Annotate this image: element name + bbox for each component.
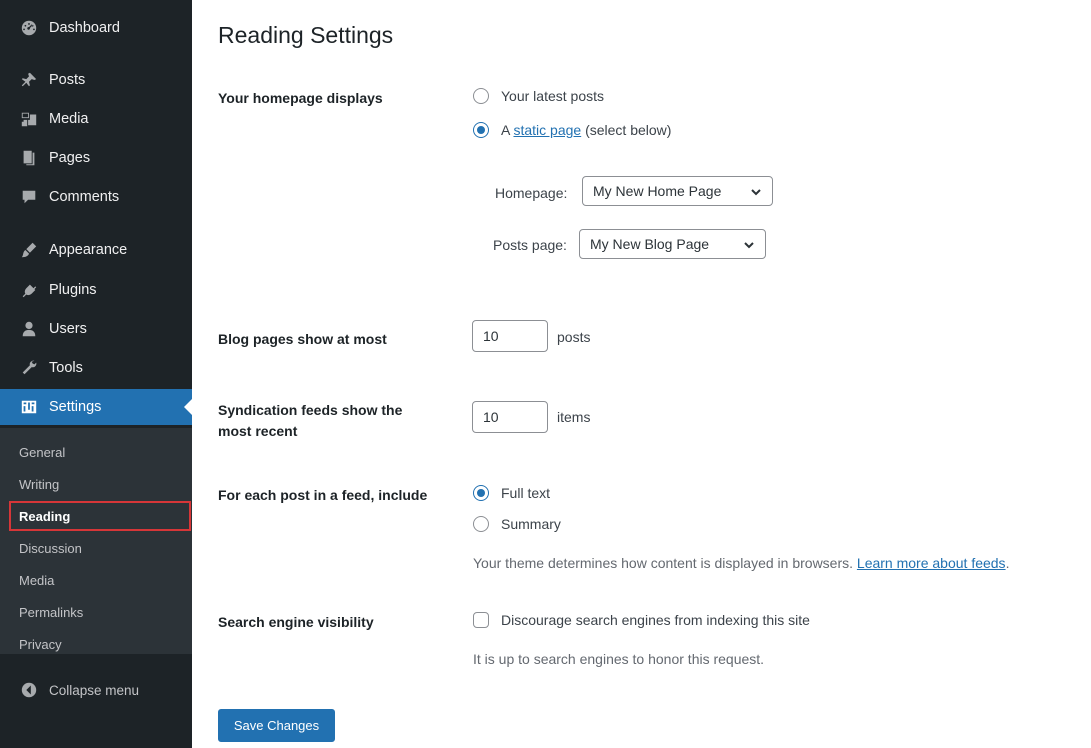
submenu-item-writing[interactable]: Writing — [0, 468, 192, 500]
syndication-label-line1: Syndication feeds show the — [218, 402, 403, 418]
feed-description-text: Your theme determines how content is dis… — [473, 555, 857, 571]
submenu-item-discussion[interactable]: Discussion — [0, 532, 192, 564]
sidebar-item-plugins[interactable]: Plugins — [0, 272, 192, 308]
sidebar-item-appearance[interactable]: Appearance — [0, 232, 192, 268]
select-value: My New Blog Page — [590, 236, 710, 252]
homepage-select[interactable]: My New Home Page — [582, 176, 773, 206]
chevron-down-icon — [750, 185, 762, 197]
save-changes-button[interactable]: Save Changes — [218, 709, 335, 742]
feed-description-suffix: . — [1005, 555, 1010, 571]
static-page-link[interactable]: static page — [513, 122, 581, 138]
sidebar-item-label: Settings — [49, 399, 102, 415]
radio-button[interactable] — [473, 88, 489, 104]
discourage-search-checkbox-row[interactable]: Discourage search engines from indexing … — [473, 612, 810, 628]
feed-items-input[interactable]: 10 — [472, 401, 548, 433]
active-indicator — [184, 399, 192, 415]
search-visibility-description: It is up to search engines to honor this… — [473, 651, 765, 667]
submenu-item-label: Writing — [19, 476, 60, 492]
sidebar-item-users[interactable]: Users — [0, 311, 192, 347]
submenu-item-label: Media — [19, 572, 55, 588]
radio-label: Your latest posts — [501, 88, 604, 104]
feed-content-label: For each post in a feed, include — [218, 487, 428, 503]
posts-page-select-label: Posts page: — [493, 237, 567, 253]
page-title: Reading Settings — [218, 22, 394, 48]
settings-submenu: General Writing Reading Discussion Media… — [0, 428, 192, 654]
radio-label-suffix: (select below) — [581, 122, 672, 138]
submenu-item-media[interactable]: Media — [0, 564, 192, 596]
sidebar-item-settings[interactable]: Settings — [0, 389, 192, 425]
collapse-label: Collapse menu — [49, 682, 140, 698]
sidebar-item-label: Dashboard — [49, 20, 120, 36]
sidebar-item-media[interactable]: Media — [0, 101, 192, 137]
search-visibility-label: Search engine visibility — [218, 614, 374, 630]
submenu-item-general[interactable]: General — [0, 436, 192, 468]
sidebar-item-label: Pages — [49, 150, 91, 166]
select-value: My New Home Page — [593, 183, 722, 199]
radio-latest-posts[interactable]: Your latest posts — [473, 88, 604, 104]
radio-label: Full text — [501, 485, 551, 501]
radio-static-page[interactable]: A static page (select below) — [473, 122, 671, 138]
radio-full-text[interactable]: Full text — [473, 485, 550, 501]
input-value: 10 — [483, 409, 499, 425]
radio-label-prefix: A — [501, 122, 514, 138]
sidebar-item-posts[interactable]: Posts — [0, 62, 192, 98]
sidebar-item-label: Appearance — [49, 242, 128, 258]
checkbox-label: Discourage search engines from indexing … — [501, 612, 810, 628]
radio-button[interactable] — [473, 485, 489, 501]
feed-description: Your theme determines how content is dis… — [473, 555, 1009, 571]
sidebar-item-pages[interactable]: Pages — [0, 140, 192, 176]
homepage-select-label: Homepage: — [495, 185, 568, 201]
sidebar-item-label: Tools — [49, 360, 83, 376]
submenu-item-label: General — [19, 444, 66, 460]
radio-label: Summary — [501, 516, 561, 532]
pin-icon — [18, 70, 40, 90]
collapse-menu-button[interactable]: Collapse menu — [0, 672, 192, 708]
sidebar-item-label: Plugins — [49, 282, 97, 298]
radio-summary[interactable]: Summary — [473, 516, 561, 532]
media-icon — [18, 109, 40, 129]
posts-unit-label: posts — [557, 329, 591, 345]
sidebar-item-label: Comments — [49, 189, 120, 205]
sidebar-item-comments[interactable]: Comments — [0, 179, 192, 215]
pages-icon — [18, 148, 40, 168]
learn-more-feeds-link[interactable]: Learn more about feeds — [857, 555, 1006, 571]
syndication-label-line2: most recent — [218, 423, 298, 439]
sidebar-item-label: Media — [49, 111, 89, 127]
highlight-box — [9, 501, 191, 531]
submenu-item-permalinks[interactable]: Permalinks — [0, 596, 192, 628]
settings-icon — [18, 397, 40, 417]
brush-icon — [18, 240, 40, 260]
radio-button[interactable] — [473, 516, 489, 532]
discourage-search-checkbox[interactable] — [473, 612, 489, 628]
input-value: 10 — [483, 328, 499, 344]
admin-sidebar: Dashboard Posts Media Pages Comments App… — [0, 0, 192, 748]
radio-button[interactable] — [473, 122, 489, 138]
collapse-icon — [18, 680, 40, 700]
submenu-item-label: Privacy — [19, 636, 62, 652]
chevron-down-icon — [743, 238, 755, 250]
sidebar-item-label: Users — [49, 321, 87, 337]
submenu-item-label: Discussion — [19, 540, 82, 556]
submenu-item-privacy[interactable]: Privacy — [0, 628, 192, 660]
wrench-icon — [18, 358, 40, 378]
items-unit-label: items — [557, 409, 591, 425]
sidebar-item-label: Posts — [49, 72, 86, 88]
syndication-label: Syndication feeds show the most recent — [218, 400, 402, 442]
sidebar-item-dashboard[interactable]: Dashboard — [0, 10, 192, 46]
homepage-displays-label: Your homepage displays — [218, 90, 383, 106]
sidebar-item-tools[interactable]: Tools — [0, 350, 192, 386]
posts-per-page-input[interactable]: 10 — [472, 320, 548, 352]
posts-page-select[interactable]: My New Blog Page — [579, 229, 766, 259]
submenu-item-label: Permalinks — [19, 604, 84, 620]
users-icon — [18, 319, 40, 339]
comment-icon — [18, 187, 40, 207]
dashboard-icon — [18, 18, 40, 38]
plug-icon — [18, 280, 40, 300]
blog-pages-label: Blog pages show at most — [218, 331, 387, 347]
submenu-item-reading[interactable]: Reading — [0, 500, 192, 532]
